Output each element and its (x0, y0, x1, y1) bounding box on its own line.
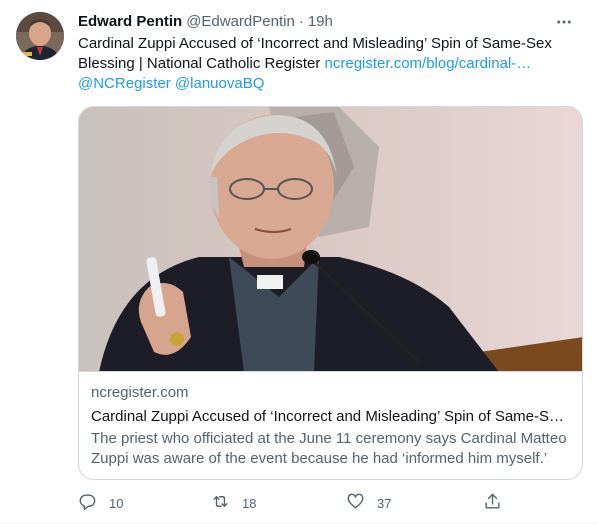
tweet[interactable]: Edward Pentin @EdwardPentin · 19h Cardin… (0, 0, 598, 524)
heart-icon (346, 492, 365, 514)
like-button[interactable]: 37 (346, 490, 391, 516)
share-icon (483, 492, 502, 514)
card-domain: ncregister.com (91, 384, 189, 401)
avatar[interactable] (16, 12, 64, 60)
tweet-actions: 10 18 37 (78, 490, 518, 516)
article-link[interactable]: ncregister.com/blog/cardinal-… (325, 55, 532, 72)
link-card[interactable]: ncregister.com Cardinal Zuppi Accused of… (78, 106, 583, 480)
tweet-header: Edward Pentin @EdwardPentin · 19h (78, 12, 582, 32)
tweet-text: Cardinal Zuppi Accused of ‘Incorrect and… (78, 34, 578, 94)
like-count: 37 (377, 495, 392, 511)
reply-icon (78, 492, 97, 514)
tweet-timestamp[interactable]: 19h (308, 12, 333, 32)
retweet-count: 18 (242, 495, 257, 511)
reply-button[interactable]: 10 (78, 490, 123, 516)
card-title: Cardinal Zuppi Accused of ‘Incorrect and… (91, 408, 565, 425)
author-name[interactable]: Edward Pentin (78, 12, 182, 32)
mention-ncregister[interactable]: @NCRegister (78, 75, 171, 92)
reply-count: 10 (109, 495, 124, 511)
mention-lanuovabq[interactable]: @lanuovaBQ (175, 75, 264, 92)
card-image (79, 107, 582, 372)
retweet-icon (211, 492, 230, 514)
card-description: The priest who officiated at the June 11… (91, 430, 567, 467)
more-horizontal-icon[interactable] (550, 8, 578, 36)
card-meta: ncregister.com Cardinal Zuppi Accused of… (91, 383, 571, 469)
separator-dot: · (298, 13, 304, 30)
author-handle[interactable]: @EdwardPentin (186, 12, 295, 32)
share-button[interactable] (483, 490, 502, 516)
retweet-button[interactable]: 18 (211, 490, 256, 516)
